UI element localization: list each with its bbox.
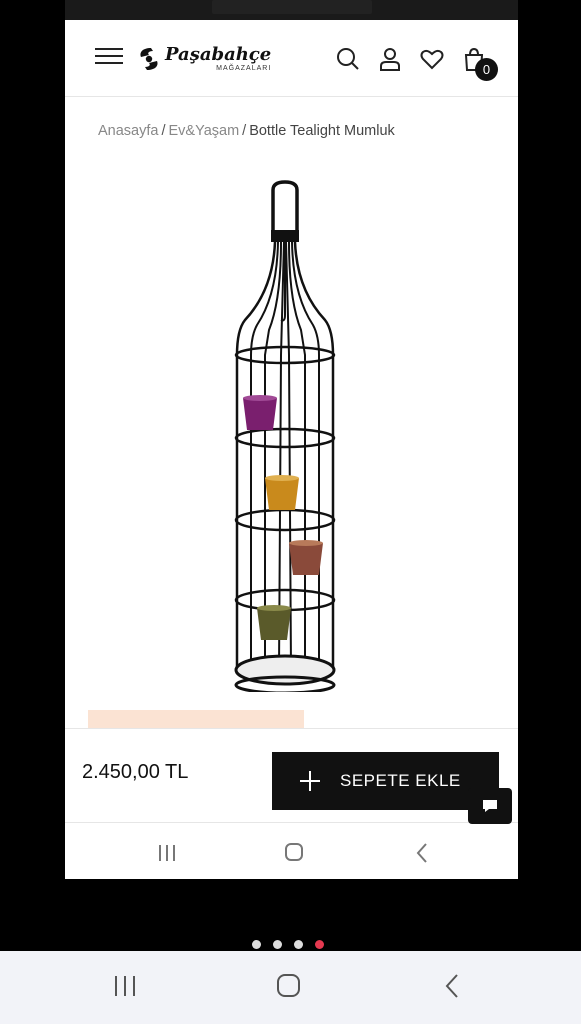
breadcrumb-current: Bottle Tealight Mumluk [249,123,395,139]
logo-subtitle: MAĞAZALARI [216,65,272,72]
breadcrumb: Anasayfa / Ev&Yaşam / Bottle Tealight Mumluk [98,123,395,139]
breadcrumb-home-link[interactable]: Anasayfa [98,123,158,139]
brand-logo[interactable]: Paşabahçe MAĞAZALARI [137,42,277,76]
chat-bubble-icon [483,800,497,812]
buy-bar: 2.450,00 TL SEPETE EKLE [65,728,518,823]
recent-apps-icon[interactable] [157,844,177,862]
user-account-icon[interactable] [377,46,403,72]
hamburger-menu-icon[interactable] [95,48,123,68]
inner-navigation-bar [65,824,518,879]
page-dot [252,940,261,949]
back-icon[interactable] [415,842,429,864]
product-image[interactable] [215,180,365,692]
promo-banner [88,710,304,728]
product-price: 2.450,00 TL [82,761,189,783]
add-to-cart-button[interactable]: SEPETE EKLE [272,752,499,810]
cart-count-badge: 0 [475,58,498,81]
page-dot-active [315,940,324,949]
system-navigation-bar [0,951,581,1024]
recent-apps-icon[interactable] [113,974,137,998]
chat-button[interactable] [468,788,512,824]
breadcrumb-category-link[interactable]: Ev&Yaşam [169,123,240,139]
home-icon[interactable] [276,973,301,998]
back-icon[interactable] [444,973,460,999]
handwritten-overlay [211,0,372,14]
top-overlay-strip [65,0,518,20]
logo-name: Paşabahçe [165,44,272,65]
search-icon[interactable] [335,46,361,72]
site-header: Paşabahçe MAĞAZALARI 0 [65,20,518,97]
breadcrumb-separator: / [161,123,166,139]
add-to-cart-label: SEPETE EKLE [340,771,461,790]
plus-icon [300,771,320,791]
heart-wishlist-icon[interactable] [419,46,445,72]
page-dot [294,940,303,949]
breadcrumb-separator: / [242,123,247,139]
home-icon[interactable] [284,842,304,862]
page-dot [273,940,282,949]
phone-screen: Paşabahçe MAĞAZALARI 0 Anasayfa / Ev&Yaşam… [65,20,518,879]
page-indicator [252,940,324,949]
logo-mark-icon [140,48,158,70]
